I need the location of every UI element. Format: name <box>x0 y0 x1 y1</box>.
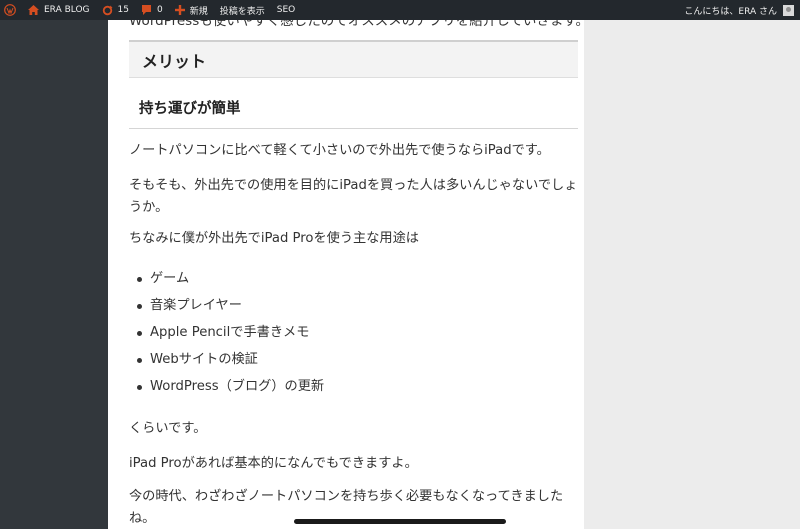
comment-icon <box>141 5 152 15</box>
avatar <box>783 4 794 16</box>
section-heading: メリット <box>129 40 578 78</box>
plus-icon <box>174 5 185 15</box>
subsection-heading: 持ち運びが簡単 <box>129 100 578 129</box>
refresh-icon <box>102 5 113 16</box>
view-post-link[interactable]: 投稿を表示 <box>214 0 271 20</box>
list-item: Apple Pencilで手書きメモ <box>129 322 578 349</box>
updates-link[interactable]: 15 <box>96 0 135 20</box>
seo-menu[interactable]: SEO <box>271 0 301 20</box>
list-item: Webサイトの検証 <box>129 349 578 376</box>
site-name: ERA BLOG <box>44 5 90 15</box>
seo-label: SEO <box>276 5 296 15</box>
paragraph-2: そもそも、外出先での使用を目的にiPadを買った人は多いんじゃないでしょうか。 <box>129 178 578 215</box>
site-name-link[interactable]: ERA BLOG <box>22 0 96 20</box>
cut-off-paragraph: WordPressも使いやすく感じたのでオススメのアプリを紹介していきます。 <box>129 20 584 29</box>
wordpress-icon <box>4 4 16 16</box>
user-account-menu[interactable]: こんにちは、ERA さん <box>678 0 800 20</box>
list-item: ゲーム <box>129 268 578 295</box>
list-item: 音楽プレイヤー <box>129 295 578 322</box>
paragraph-1: ノートパソコンに比べて軽くて小さいので外出先で使うならiPadです。 <box>129 143 550 158</box>
left-sidebar <box>0 20 108 529</box>
list-item: WordPress（ブログ）の更新 <box>129 376 578 403</box>
updates-count: 15 <box>117 5 129 15</box>
new-content-link[interactable]: 新規 <box>169 0 214 20</box>
admin-bar: ERA BLOG 15 0 新規 投稿を表示 SEO こんにちは、ERA さん <box>0 0 800 20</box>
new-label: 新規 <box>189 6 208 17</box>
wordpress-logo-button[interactable] <box>0 0 22 20</box>
comments-link[interactable]: 0 <box>135 0 169 20</box>
right-background <box>584 20 800 529</box>
home-indicator[interactable] <box>294 519 506 524</box>
paragraph-4: くらいです。 <box>129 421 207 436</box>
view-post-label: 投稿を表示 <box>219 6 265 17</box>
paragraph-3: ちなみに僕が外出先でiPad Proを使う主な用途は <box>129 231 419 246</box>
comments-count: 0 <box>156 5 163 15</box>
greeting-text: こんにちは、ERA さん <box>684 6 777 17</box>
home-icon <box>28 5 39 15</box>
article-content: WordPressも使いやすく感じたのでオススメのアプリを紹介していきます。 メ… <box>108 20 584 529</box>
paragraph-5: iPad Proがあれば基本的になんでもできますよ。 <box>129 456 418 471</box>
usage-list: ゲーム 音楽プレイヤー Apple Pencilで手書きメモ Webサイトの検証… <box>129 268 578 403</box>
